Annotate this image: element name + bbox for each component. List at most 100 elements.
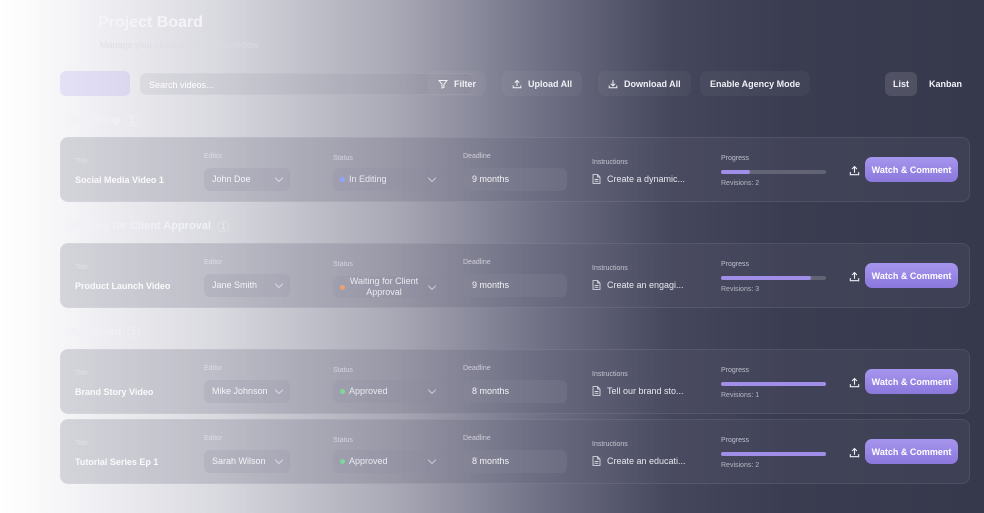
instructions-link[interactable]: Create a dynamic... (592, 174, 685, 184)
agency-mode-label: Enable Agency Mode (710, 78, 801, 89)
group-heading-waiting: Waiting for Client Approval 1 (70, 220, 230, 232)
instructions-link[interactable]: Create an engagi... (592, 280, 684, 290)
chevron-down-icon (427, 455, 437, 465)
chevron-down-icon (427, 281, 437, 291)
col-label-deadline: Deadline (463, 153, 491, 160)
revisions-count: Revisions: 1 (721, 392, 760, 399)
col-label-editor: Editor (204, 435, 223, 442)
deadline-field[interactable]: 9 months (463, 168, 567, 191)
col-label-title: Title (75, 158, 88, 165)
editor-value: John Doe (212, 174, 251, 184)
view-list-tab[interactable]: List (884, 71, 917, 96)
status-value: Approved (349, 456, 388, 466)
status-value: Waiting for Client Approval (349, 276, 419, 297)
deadline-field[interactable]: 8 months (463, 450, 567, 473)
upload-icon[interactable] (849, 377, 860, 388)
group-heading-in-editing: In Editing 1 (70, 114, 139, 126)
download-all-button[interactable]: Download All (598, 71, 691, 96)
download-all-label: Download All (624, 78, 681, 89)
filter-label: Filter (454, 78, 477, 89)
video-title: Brand Story Video (75, 387, 154, 397)
progress-fill (721, 170, 751, 174)
status-select[interactable]: In Editing (333, 168, 443, 191)
view-switch: List Kanban (884, 71, 970, 96)
chevron-down-icon (274, 173, 284, 183)
progress-fill (721, 276, 812, 280)
video-card: Title Tutorial Series Ep 1 Editor Sarah … (60, 419, 970, 484)
video-card: Title Social Media Video 1 Editor John D… (60, 137, 970, 202)
chevron-down-icon (427, 173, 437, 183)
document-icon (592, 386, 601, 396)
col-label-instructions: Instructions (592, 441, 628, 448)
watch-comment-button[interactable]: Watch & Comment (865, 439, 958, 464)
page-title: Project Board (98, 14, 203, 31)
video-title: Product Launch Video (75, 281, 171, 291)
group-count-badge: 2 (127, 327, 140, 338)
document-icon (592, 174, 601, 184)
editor-select[interactable]: Mike Johnson (204, 380, 290, 403)
status-dot (340, 177, 345, 182)
chevron-down-icon (274, 385, 284, 395)
col-label-progress: Progress (721, 437, 750, 444)
progress-bar (721, 276, 826, 280)
progress-fill (721, 382, 826, 386)
col-label-progress: Progress (721, 155, 750, 162)
group-count-badge: 1 (216, 221, 230, 232)
chevron-down-icon (427, 385, 437, 395)
revisions-count: Revisions: 3 (721, 286, 760, 293)
col-label-instructions: Instructions (592, 159, 628, 166)
col-label-editor: Editor (204, 153, 223, 160)
instructions-link[interactable]: Tell our brand sto... (592, 386, 684, 396)
upload-icon[interactable] (849, 271, 860, 282)
status-value: Approved (349, 386, 388, 396)
editor-select[interactable]: John Doe (204, 168, 290, 191)
video-title: Social Media Video 1 (75, 175, 164, 185)
group-label: In Editing (70, 114, 121, 126)
editor-select[interactable]: Sarah Wilson (204, 450, 290, 473)
col-label-status: Status (333, 155, 353, 162)
video-title: Tutorial Series Ep 1 (75, 457, 159, 467)
status-select[interactable]: Waiting for Client Approval (333, 276, 443, 298)
col-label-progress: Progress (721, 367, 750, 374)
page-header: Project Board (98, 14, 203, 32)
col-label-title: Title (75, 370, 88, 377)
search-input[interactable]: Search videos... (140, 73, 474, 95)
video-card: Title Product Launch Video Editor Jane S… (60, 243, 970, 308)
watch-comment-button[interactable]: Watch & Comment (865, 369, 958, 394)
instructions-link[interactable]: Create an educati... (592, 456, 686, 466)
col-label-editor: Editor (204, 365, 223, 372)
agency-mode-button[interactable]: Enable Agency Mode (700, 71, 811, 96)
group-count-badge: 1 (126, 115, 139, 126)
upload-icon[interactable] (849, 447, 860, 458)
status-select[interactable]: Approved (333, 380, 443, 403)
new-video-button[interactable] (60, 71, 130, 96)
view-kanban-tab[interactable]: Kanban (921, 72, 970, 96)
revisions-count: Revisions: 2 (721, 462, 760, 469)
chevron-down-icon (274, 279, 284, 289)
col-label-deadline: Deadline (463, 259, 491, 266)
revisions-count: Revisions: 2 (721, 180, 760, 187)
group-heading-approved: Approved 2 (70, 326, 140, 338)
editor-value: Mike Johnson (212, 386, 268, 396)
filter-button[interactable]: Filter (428, 71, 487, 96)
col-label-deadline: Deadline (463, 435, 491, 442)
status-dot (340, 459, 345, 464)
progress-bar (721, 382, 826, 386)
progress-bar (721, 452, 826, 456)
watch-comment-button[interactable]: Watch & Comment (865, 263, 958, 288)
upload-all-button[interactable]: Upload All (502, 71, 583, 96)
toolbar: Search videos... Filter Upload All Downl… (60, 71, 970, 97)
download-icon (608, 79, 618, 88)
progress-fill (721, 452, 826, 456)
video-card: Title Brand Story Video Editor Mike John… (60, 349, 970, 414)
col-label-title: Title (75, 264, 88, 271)
watch-comment-button[interactable]: Watch & Comment (865, 157, 958, 182)
deadline-field[interactable]: 8 months (463, 380, 567, 403)
upload-icon (512, 79, 522, 88)
document-icon (592, 456, 601, 466)
deadline-field[interactable]: 9 months (463, 274, 567, 297)
editor-select[interactable]: Jane Smith (204, 274, 290, 297)
col-label-deadline: Deadline (463, 365, 491, 372)
status-select[interactable]: Approved (333, 450, 443, 473)
upload-icon[interactable] (849, 165, 860, 176)
